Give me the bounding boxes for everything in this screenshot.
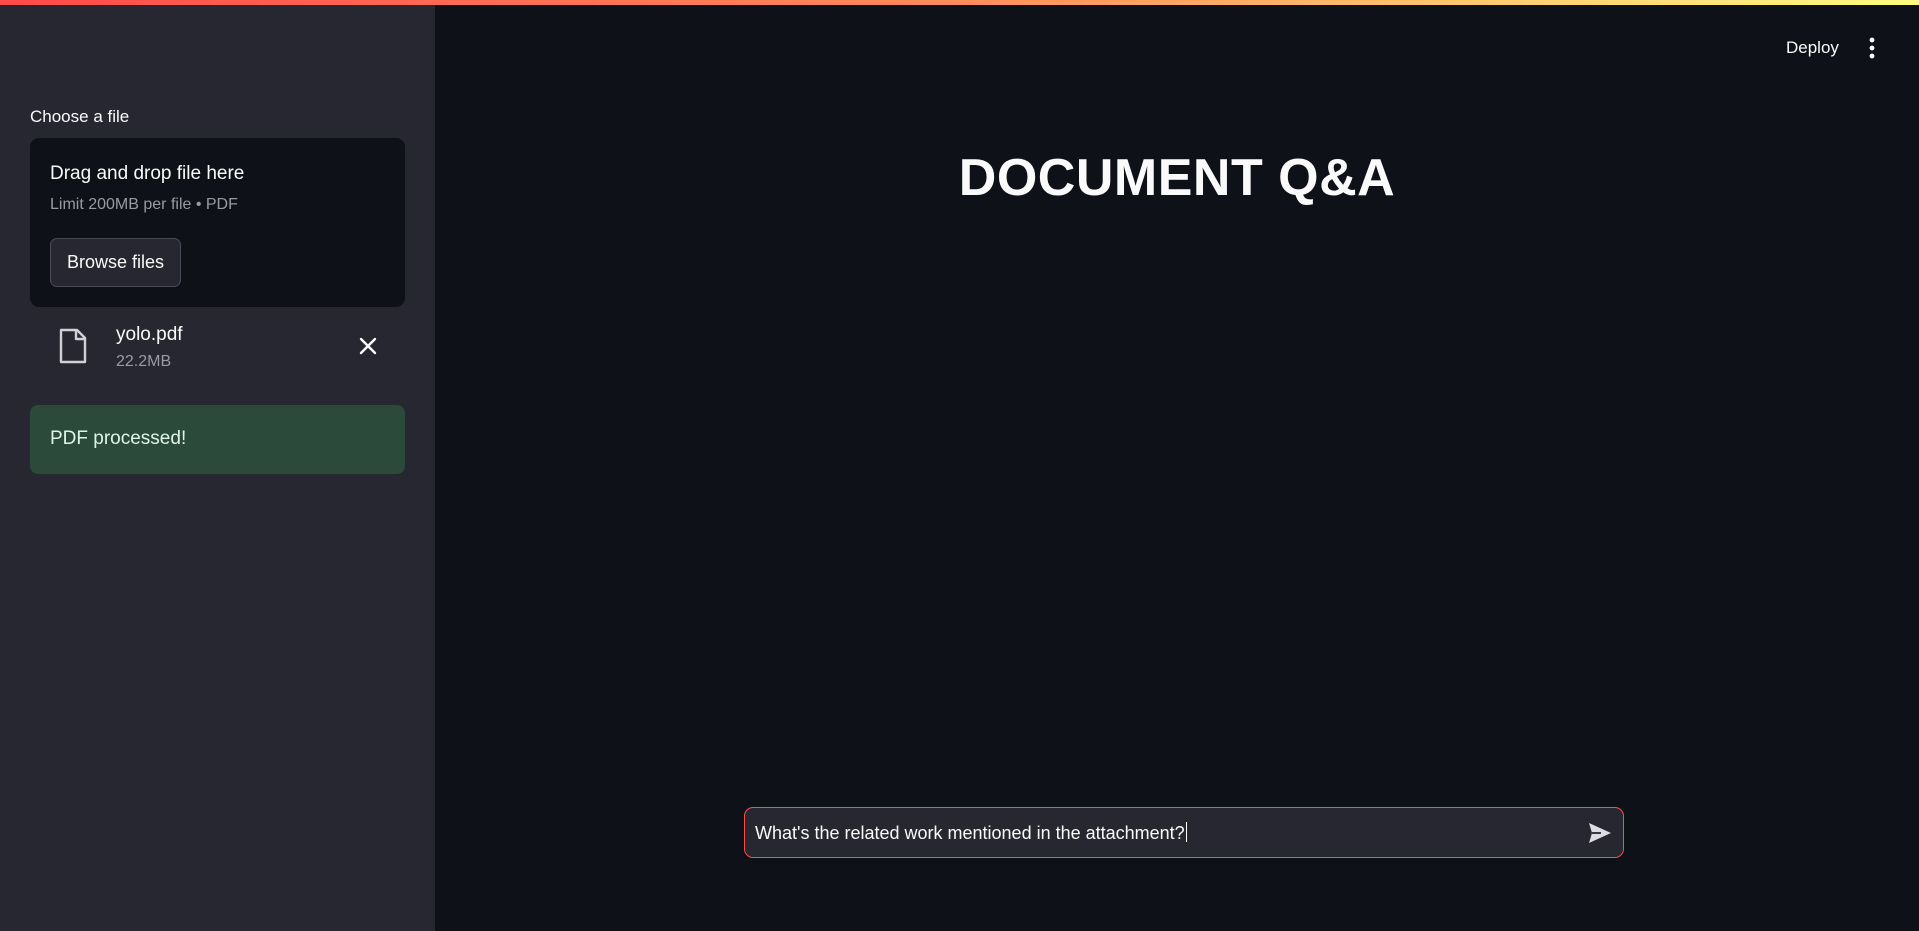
chat-input[interactable]: What's the related work mentioned in the… [744,807,1624,858]
file-uploader-label: Choose a file [30,107,130,126]
page-title: DOCUMENT Q&A [958,149,1396,207]
text-caret [1185,822,1187,842]
uploaded-file-size: 22.2MB [116,353,172,370]
uploaded-file-item: yolo.pdf 22.2MB [30,318,405,378]
deploy-button[interactable]: Deploy [1786,38,1839,58]
main-content [435,0,1919,931]
send-icon[interactable] [1587,821,1613,845]
uploaded-file-name: yolo.pdf [116,324,183,345]
dropzone-limit-text: Limit 200MB per file • PDF [50,196,238,213]
vertical-dots-icon[interactable] [1862,36,1882,60]
browse-files-button[interactable]: Browse files [50,238,181,287]
dropzone-title: Drag and drop file here [50,163,245,184]
chat-input-value[interactable]: What's the related work mentioned in the… [755,822,1187,844]
close-icon[interactable] [356,334,380,358]
file-icon [59,328,87,364]
sidebar: Choose a file Drag and drop file here Li… [0,0,435,931]
success-message: PDF processed! [50,428,187,449]
success-alert: PDF processed! [30,405,405,474]
top-decoration-bar [0,0,1919,5]
file-dropzone[interactable]: Drag and drop file here Limit 200MB per … [30,138,405,307]
